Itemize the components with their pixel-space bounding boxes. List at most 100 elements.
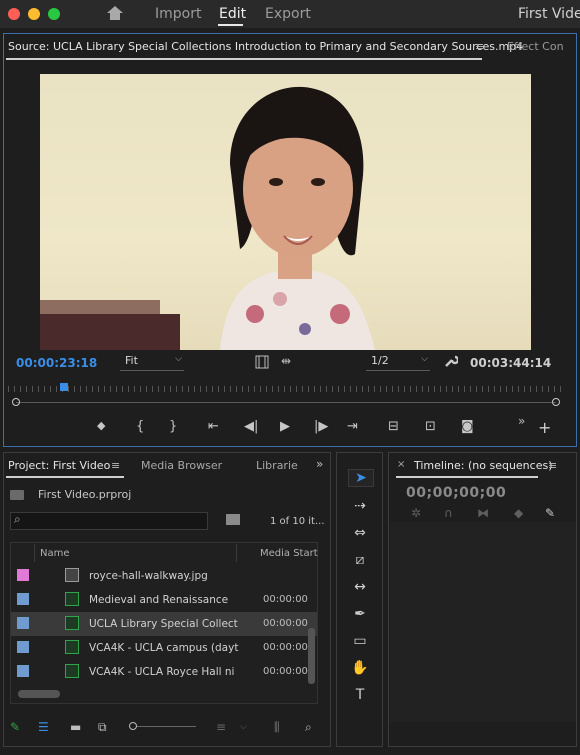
freeform-view-icon[interactable]: ⧉ xyxy=(98,720,107,735)
sequence-icon xyxy=(65,592,79,606)
list-view-icon[interactable]: ☰ xyxy=(38,720,49,734)
panel-menu-icon[interactable]: ≡ xyxy=(111,459,120,472)
slip-tool[interactable]: ↔ xyxy=(348,579,372,595)
tab-import[interactable]: Import xyxy=(155,6,201,22)
search-input[interactable] xyxy=(10,512,208,530)
chevron-down-icon: ⌵ xyxy=(175,354,182,364)
find-icon[interactable]: ⌕ xyxy=(305,720,312,735)
new-search-bin-icon[interactable] xyxy=(226,514,240,525)
drag-video-audio-icon[interactable]: ⇹ xyxy=(281,354,291,368)
snap-icon[interactable]: ∩ xyxy=(444,506,453,520)
zoom-slider-handle[interactable] xyxy=(129,722,137,730)
zoom-scroll-end-handle[interactable] xyxy=(552,398,560,406)
tab-edit[interactable]: Edit xyxy=(219,6,246,22)
item-media-start: 00:00:00 xyxy=(263,642,308,653)
window-close-button[interactable] xyxy=(8,8,20,20)
more-controls-icon[interactable]: » xyxy=(518,414,525,428)
play-icon[interactable]: ▶ xyxy=(280,419,290,434)
chevron-down-icon: ⌵ xyxy=(421,354,428,364)
list-item-selected[interactable]: UCLA Library Special Collect 00:00:00 xyxy=(11,612,317,636)
timeline-tab[interactable]: Timeline: (no sequences) xyxy=(414,459,553,472)
home-icon[interactable] xyxy=(106,5,124,21)
playhead[interactable] xyxy=(59,383,68,391)
icon-view-icon[interactable]: ▬ xyxy=(70,720,81,734)
zoom-scroll-start-handle[interactable] xyxy=(12,398,20,406)
insert-icon[interactable]: ⊟ xyxy=(388,419,399,434)
mark-out-icon[interactable]: } xyxy=(169,419,177,434)
sequence-icon xyxy=(65,640,79,654)
pencil-icon[interactable]: ✎ xyxy=(10,720,20,734)
source-monitor-tab[interactable]: Source: UCLA Library Special Collections… xyxy=(8,40,523,53)
timeline-track-area[interactable] xyxy=(390,522,576,722)
window-minimize-button[interactable] xyxy=(28,8,40,20)
list-item[interactable]: royce-hall-walkway.jpg xyxy=(11,564,317,588)
go-to-out-icon[interactable]: ⇥ xyxy=(347,419,358,434)
sort-icon[interactable]: ≡ xyxy=(216,720,226,734)
mark-in-icon[interactable]: { xyxy=(136,419,144,434)
horizontal-scrollbar[interactable] xyxy=(18,690,60,698)
wrench-icon[interactable]: ✎ xyxy=(545,506,555,520)
pen-tool[interactable]: ✒ xyxy=(348,606,372,622)
close-icon[interactable]: × xyxy=(397,459,405,470)
step-back-icon[interactable]: ◀| xyxy=(244,419,258,434)
add-marker-icon[interactable]: ◆ xyxy=(514,506,523,520)
current-timecode[interactable]: 00:00:23:18 xyxy=(16,356,97,370)
overwrite-icon[interactable]: ⊡ xyxy=(425,419,436,434)
label-color-swatch[interactable] xyxy=(17,569,29,581)
razor-tool[interactable]: ⧄ xyxy=(348,552,372,568)
item-name: VCA4K - UCLA Royce Hall ni xyxy=(89,666,235,678)
ripple-edit-tool[interactable]: ⇔ xyxy=(348,525,372,541)
duration-timecode: 00:03:44:14 xyxy=(470,356,552,370)
playback-resolution-select[interactable]: 1/2 ⌵ xyxy=(366,354,430,371)
item-name: UCLA Library Special Collect xyxy=(89,618,238,630)
label-color-swatch[interactable] xyxy=(17,617,29,629)
timeline-timecode[interactable]: 00;00;00;00 xyxy=(406,485,506,501)
column-header-name[interactable]: Name xyxy=(40,548,70,559)
list-item[interactable]: Medieval and Renaissance 00:00:00 xyxy=(11,588,317,612)
effect-controls-tab[interactable]: Effect Con xyxy=(507,40,564,53)
track-select-tool[interactable]: ⇢ xyxy=(348,498,372,514)
project-folder-icon xyxy=(10,490,24,500)
go-to-in-icon[interactable]: ⇤ xyxy=(208,419,219,434)
active-tab-indicator xyxy=(6,476,124,478)
selection-tool[interactable]: ➤ xyxy=(348,469,374,487)
label-color-swatch[interactable] xyxy=(17,641,29,653)
list-item[interactable]: VCA4K - UCLA campus (dayt 00:00:00 xyxy=(11,636,317,660)
time-ruler[interactable] xyxy=(8,386,566,392)
panel-menu-icon[interactable]: ≡ xyxy=(548,459,557,472)
zoom-scroll-bar[interactable] xyxy=(16,402,556,403)
item-media-start: 00:00:00 xyxy=(263,594,308,605)
column-divider xyxy=(34,544,35,562)
panel-menu-icon[interactable]: ≡ xyxy=(475,40,484,53)
vertical-scrollbar[interactable] xyxy=(308,628,315,684)
media-browser-tab[interactable]: Media Browser xyxy=(141,459,222,472)
zoom-level-select[interactable]: Fit ⌵ xyxy=(120,354,184,371)
button-editor-icon[interactable]: + xyxy=(538,418,551,437)
camera-icon[interactable]: ◙ xyxy=(461,419,474,434)
label-color-swatch[interactable] xyxy=(17,593,29,605)
safe-margins-icon[interactable] xyxy=(255,355,269,369)
more-tabs-icon[interactable]: » xyxy=(316,457,323,471)
active-tab-indicator xyxy=(396,476,538,478)
hand-tool[interactable]: ✋ xyxy=(348,660,372,676)
wrench-icon[interactable] xyxy=(444,354,458,368)
chevron-down-icon[interactable]: ⌵ xyxy=(240,722,247,732)
automate-to-sequence-icon[interactable]: ⫼ xyxy=(274,720,280,735)
rectangle-tool[interactable]: ▭ xyxy=(348,633,372,649)
nest-icon[interactable]: ✲ xyxy=(411,506,421,520)
window-zoom-button[interactable] xyxy=(48,8,60,20)
type-tool[interactable]: T xyxy=(348,687,372,703)
step-forward-icon[interactable]: |▶ xyxy=(314,419,328,434)
zoom-slider-track[interactable] xyxy=(136,726,196,727)
list-item[interactable]: VCA4K - UCLA Royce Hall ni 00:00:00 xyxy=(11,660,317,684)
active-tab-indicator xyxy=(6,58,482,60)
linked-selection-icon[interactable]: ⧓ xyxy=(477,506,489,520)
libraries-tab[interactable]: Librarie xyxy=(256,459,298,472)
label-color-swatch[interactable] xyxy=(17,665,29,677)
add-marker-icon[interactable]: ◆ xyxy=(97,419,105,432)
tab-export[interactable]: Export xyxy=(265,6,311,22)
item-count: 1 of 10 it... xyxy=(270,516,325,527)
column-header-media-start[interactable]: Media Start xyxy=(260,548,318,559)
project-tab[interactable]: Project: First Video xyxy=(8,459,110,472)
image-file-icon xyxy=(65,568,79,582)
